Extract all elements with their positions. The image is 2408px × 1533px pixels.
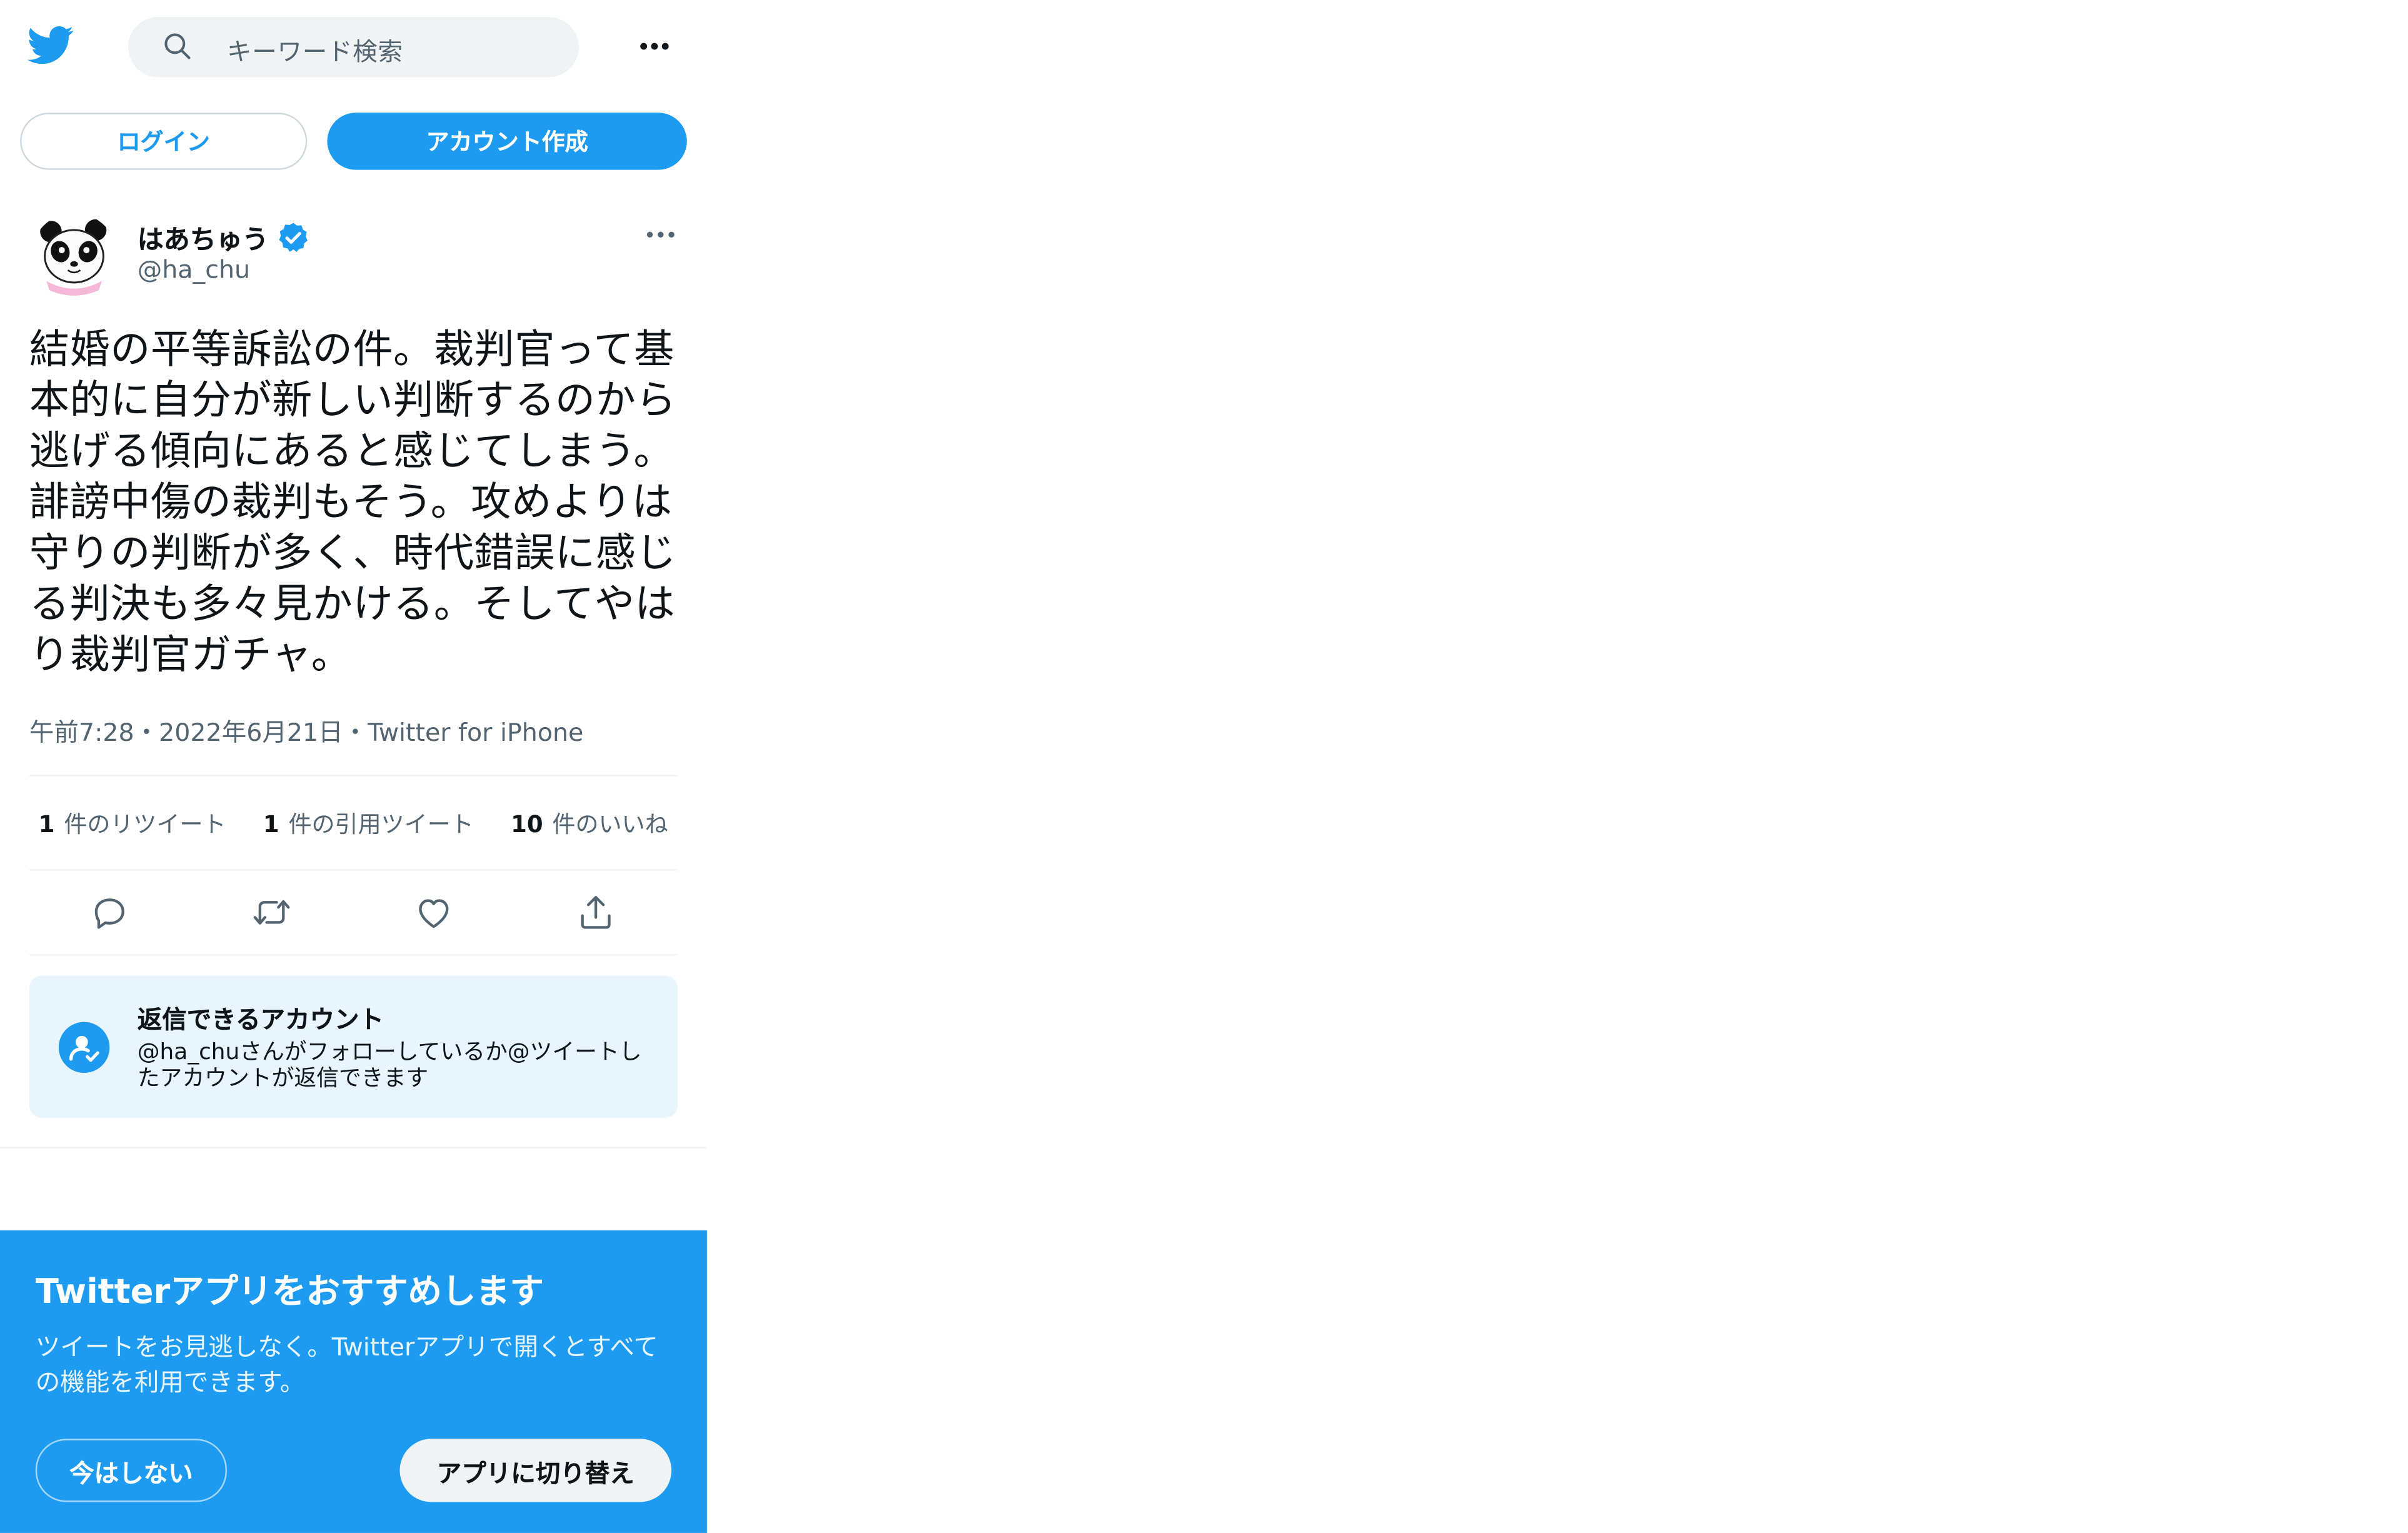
switch-to-app-button[interactable]: アプリに切り替え: [399, 1439, 672, 1502]
login-button[interactable]: ログイン: [20, 113, 308, 170]
likes-label: 件のいいね: [552, 810, 668, 838]
more-icon[interactable]: [633, 28, 676, 64]
reply-permission-icon: [58, 1022, 110, 1073]
retweets-label: 件のリツイート: [64, 810, 226, 838]
tweet-page: キーワード検索 ログイン アカウント作成 はあちゅう @ha_chu 結婚の平等…: [0, 0, 707, 1533]
promo-title: Twitterアプリをおすすめします: [35, 1274, 544, 1312]
quotes-stat[interactable]: 1 件の引用ツイート: [263, 807, 474, 840]
likes-stat[interactable]: 10 件のいいね: [511, 807, 668, 840]
signup-button[interactable]: アカウント作成: [327, 113, 687, 170]
verified-icon: [279, 222, 308, 251]
panda-avatar-image: [31, 213, 118, 300]
author-handle[interactable]: @ha_chu: [138, 254, 250, 284]
author-name-text: はあちゅう: [137, 225, 269, 256]
retweets-count: 1: [38, 810, 55, 838]
retweets-stat[interactable]: 1 件のリツイート: [39, 807, 226, 840]
tweet-text: 結婚の平等訴訟の件。裁判官って基本的に自分が新しい判断するのから逃げる傾向にある…: [29, 327, 677, 680]
avatar[interactable]: [31, 213, 118, 300]
reply-restriction-body: @ha_chuさんがフォローしているか@ツイートしたアカウントが返信できます: [137, 1040, 642, 1092]
divider: [29, 953, 678, 956]
not-now-button[interactable]: 今はしない: [35, 1439, 227, 1502]
search-placeholder: キーワード検索: [226, 37, 403, 67]
reply-icon[interactable]: [89, 892, 129, 932]
app-promo-banner: Twitterアプリをおすすめします ツイートをお見逃しなく。Twitterアプ…: [0, 1230, 707, 1533]
reply-restriction-box: 返信できるアカウント @ha_chuさんがフォローしているか@ツイートしたアカウ…: [29, 975, 678, 1118]
tweet-more-icon[interactable]: [642, 219, 679, 250]
author-name[interactable]: はあちゅう: [138, 218, 311, 256]
tweet-meta[interactable]: 午前7:28・2022年6月21日・Twitter for iPhone: [29, 711, 583, 748]
reply-restriction-title: 返信できるアカウント: [137, 1005, 384, 1035]
tweet-actions: [29, 883, 678, 945]
tweet-stats: 1 件のリツイート 1 件の引用ツイート 10 件のいいね: [39, 807, 705, 840]
divider: [0, 1147, 707, 1149]
likes-count: 10: [511, 810, 543, 838]
share-icon[interactable]: [576, 892, 616, 932]
twitter-bird-icon[interactable]: [28, 22, 74, 68]
divider: [29, 775, 678, 777]
retweet-icon[interactable]: [251, 892, 291, 932]
like-icon[interactable]: [414, 892, 454, 932]
divider: [29, 869, 678, 871]
quotes-label: 件の引用ツイート: [288, 810, 474, 838]
search-input[interactable]: キーワード検索: [128, 17, 579, 78]
search-icon: [164, 33, 191, 59]
quotes-count: 1: [263, 810, 279, 838]
promo-text: ツイートをお見逃しなく。Twitterアプリで開くとすべての機能を利用できます。: [35, 1332, 658, 1397]
